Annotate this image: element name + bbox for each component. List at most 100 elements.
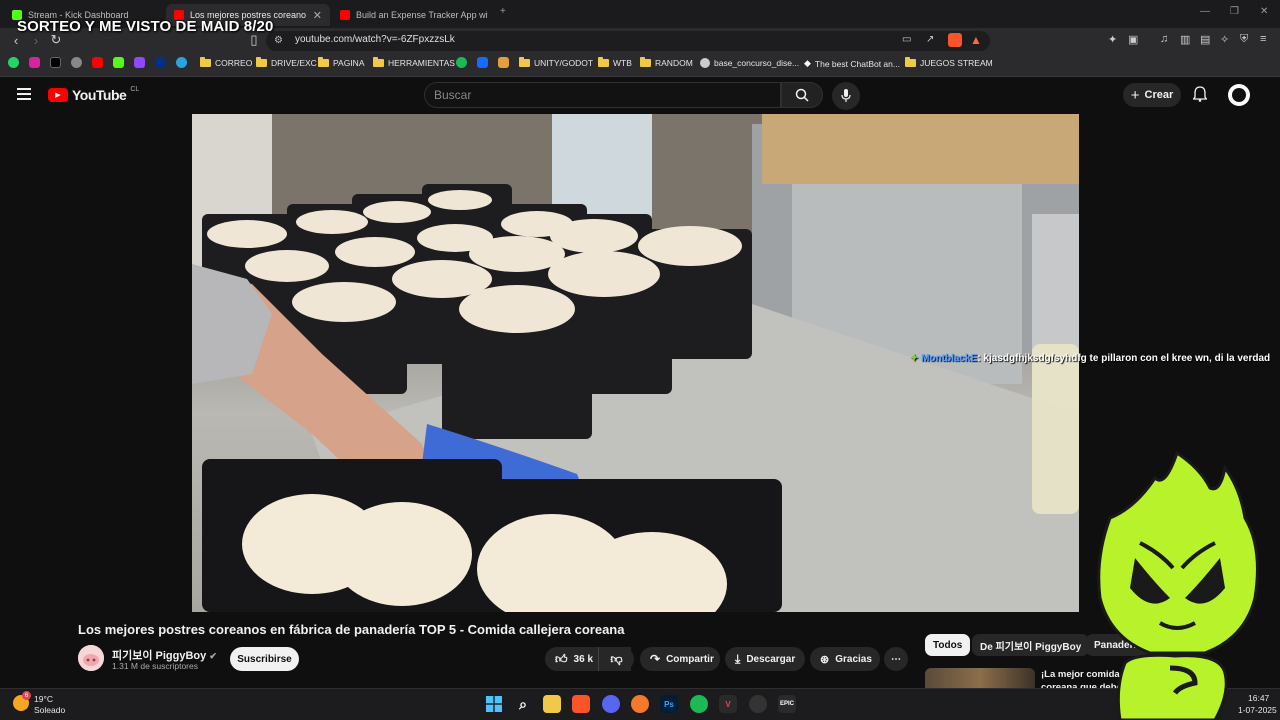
- share-icon: ↷: [650, 652, 661, 666]
- share-button[interactable]: ↷ Compartir: [640, 647, 720, 671]
- instagram-icon[interactable]: [29, 57, 40, 68]
- bookmark-folder-pagina[interactable]: PAGINA: [318, 57, 365, 68]
- bookmark-folder-correo[interactable]: CORREO: [200, 57, 252, 68]
- spotify-icon[interactable]: [690, 695, 708, 713]
- microphone-icon: [841, 89, 851, 102]
- wallet-icon[interactable]: ▤: [1200, 33, 1210, 46]
- bookmark-folder-random[interactable]: RANDOM: [640, 57, 693, 68]
- file-explorer-icon[interactable]: [543, 695, 561, 713]
- obs-icon[interactable]: [749, 695, 767, 713]
- chip-all[interactable]: Todos: [925, 634, 971, 656]
- folder-icon: [598, 57, 609, 67]
- valorant-icon[interactable]: V: [719, 695, 737, 713]
- video-title: Los mejores postres coreanos en fábrica …: [78, 622, 625, 637]
- more-actions-button[interactable]: ⋯: [884, 647, 908, 671]
- site-icon: [700, 58, 710, 68]
- extensions-icon[interactable]: ✦: [1108, 33, 1117, 46]
- folder-icon: [640, 57, 651, 67]
- bookmark-folder-wtb[interactable]: WTB: [598, 57, 632, 68]
- plus-icon: +: [1130, 86, 1140, 104]
- notifications-bell-icon[interactable]: [1192, 86, 1208, 107]
- music-icon[interactable]: ♫: [1160, 33, 1168, 45]
- folder-icon: [905, 57, 916, 67]
- screenshot-icon[interactable]: ▣: [1128, 33, 1138, 46]
- share-page-icon[interactable]: ↗: [926, 34, 934, 45]
- chat-separator: :: [977, 353, 981, 364]
- search-button[interactable]: [781, 82, 823, 108]
- bookmark-base-concurso[interactable]: base_concurso_dise...: [700, 58, 799, 68]
- bookmark-folder-drive[interactable]: DRIVE/EXC: [256, 57, 317, 68]
- chip-channel[interactable]: De 피기보이 PiggyBoy: [972, 634, 1090, 656]
- stream-chat-message: ✦ MontblackE: kjasdgfhjksdgfsyhdfg te pi…: [910, 353, 1270, 364]
- diamond-icon: ◆: [804, 58, 811, 68]
- close-tab-icon[interactable]: ✕: [313, 9, 322, 22]
- related-video-thumbnail[interactable]: [925, 668, 1035, 688]
- chat-text: kjasdgfhjksdgfsyhdfg te pillaron con el …: [983, 353, 1271, 364]
- channel-avatar[interactable]: [78, 645, 104, 671]
- thumbs-up-icon: 👍︎: [555, 651, 568, 666]
- paypal-icon[interactable]: [155, 57, 166, 68]
- url-text: youtube.com/watch?v=-6ZFpxzzsLk: [295, 34, 455, 45]
- discord-icon[interactable]: [602, 695, 620, 713]
- apple-icon[interactable]: [71, 57, 82, 68]
- menu-icon[interactable]: ≡: [1260, 33, 1266, 45]
- search-placeholder: Buscar: [434, 88, 472, 102]
- youtube-icon: [340, 10, 350, 20]
- search-icon: [795, 88, 809, 102]
- behance-icon[interactable]: [477, 57, 488, 68]
- new-tab-icon[interactable]: +: [500, 6, 506, 17]
- stream-overlay-title: SORTEO Y ME VISTO DE MAID 8/20: [17, 18, 274, 35]
- windows-start-icon[interactable]: [485, 695, 503, 713]
- voice-search-button[interactable]: [832, 82, 860, 110]
- download-button[interactable]: ⤓ Descargar: [725, 647, 805, 671]
- epic-games-icon[interactable]: EPIC: [778, 695, 796, 713]
- brave-rewards-icon[interactable]: ▲: [970, 33, 984, 47]
- blender-icon[interactable]: [631, 695, 649, 713]
- kick-icon[interactable]: [113, 57, 124, 68]
- maximize-icon[interactable]: ❐: [1230, 6, 1239, 17]
- photoshop-icon[interactable]: Ps: [660, 695, 678, 713]
- youtube-play-icon: ▶: [48, 88, 68, 102]
- hamburger-menu-icon[interactable]: [17, 88, 31, 100]
- create-button[interactable]: + Crear: [1123, 83, 1181, 107]
- folder-icon: [256, 57, 267, 67]
- bookmark-folder-herramientas[interactable]: HERRAMIENTAS: [373, 57, 455, 68]
- download-icon: ⤓: [735, 651, 741, 666]
- youtube-icon[interactable]: [92, 57, 103, 68]
- chat-username: MontblackE: [921, 353, 978, 364]
- dislike-button[interactable]: 👎︎: [598, 647, 634, 671]
- bookmark-app-icon[interactable]: [456, 57, 467, 68]
- youtube-logo[interactable]: ▶ YouTube CL: [48, 86, 139, 103]
- weather-description: Soleado: [34, 705, 66, 715]
- site-info-icon[interactable]: ⚙: [274, 35, 283, 46]
- leo-ai-icon[interactable]: ✧: [1220, 33, 1229, 46]
- minimize-icon[interactable]: —: [1200, 6, 1210, 17]
- folder-icon: [519, 57, 530, 67]
- folder-icon: [200, 57, 211, 67]
- account-icon: [1232, 88, 1246, 102]
- x-icon[interactable]: [50, 57, 61, 68]
- bookmark-folder-juegos[interactable]: JUEGOS STREAM: [905, 57, 993, 68]
- verified-icon: ✔: [209, 651, 217, 661]
- vpn-icon[interactable]: ⛨: [1240, 33, 1248, 46]
- whatsapp-icon[interactable]: [8, 57, 19, 68]
- avatar[interactable]: [1228, 84, 1250, 106]
- subscribe-button[interactable]: Suscribirse: [230, 647, 299, 671]
- bookmark-folder-unity[interactable]: UNITY/GODOT: [519, 57, 593, 68]
- brave-browser-icon[interactable]: [572, 695, 590, 713]
- brave-shield-icon[interactable]: [948, 33, 962, 47]
- sidebar-icon[interactable]: ▥: [1180, 33, 1190, 46]
- bookmark-app-icon[interactable]: [498, 57, 509, 68]
- cast-icon[interactable]: ▭: [902, 34, 911, 45]
- tab-label: Build an Expense Tracker App wit: [356, 10, 488, 20]
- close-window-icon[interactable]: ✕: [1260, 6, 1268, 17]
- bookmark-chatbot[interactable]: ◆ The best ChatBot an...: [804, 58, 900, 69]
- taskbar-search-icon[interactable]: ⌕: [514, 695, 532, 713]
- subscriber-count: 1.31 M de suscriptores: [112, 661, 198, 671]
- more-horizontal-icon: ⋯: [891, 653, 901, 665]
- twitch-icon[interactable]: [134, 57, 145, 68]
- telegram-icon[interactable]: [176, 57, 187, 68]
- tab-expense-tracker[interactable]: Build an Expense Tracker App wit: [332, 4, 496, 26]
- thanks-button[interactable]: ⊛ Gracias: [810, 647, 880, 671]
- search-input[interactable]: [424, 82, 781, 108]
